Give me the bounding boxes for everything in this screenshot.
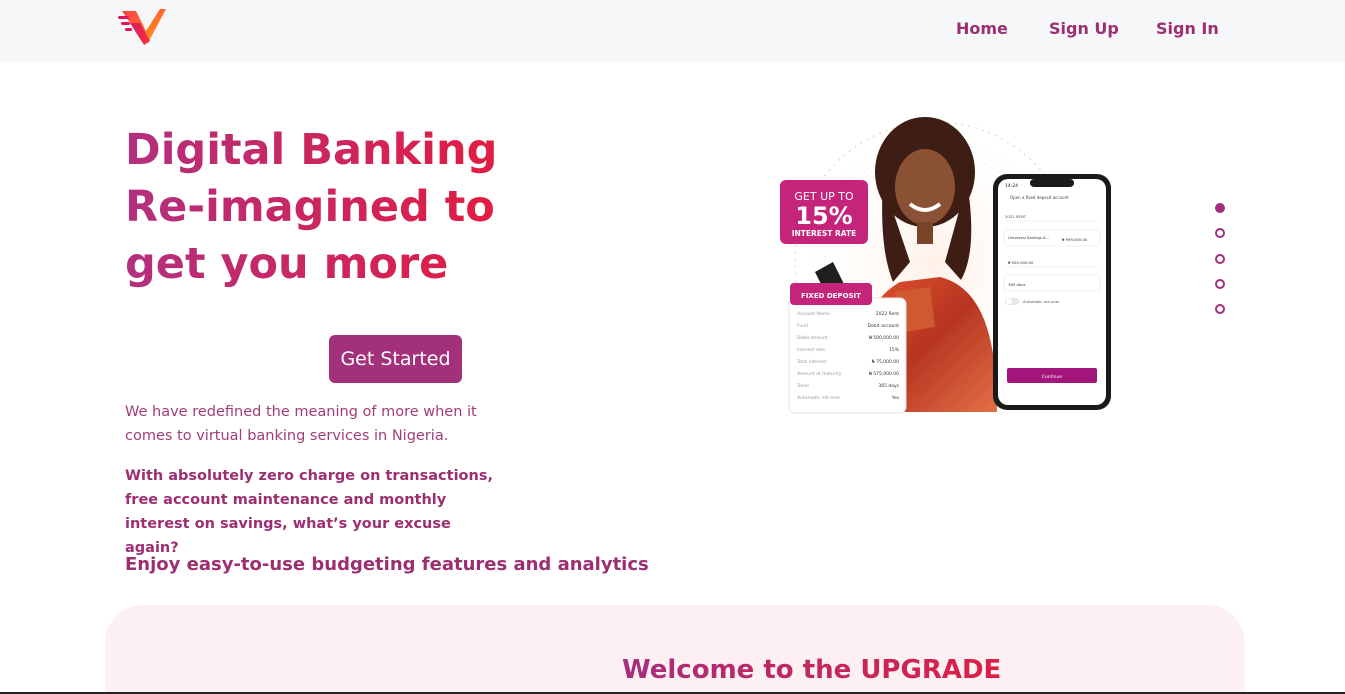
card-row-value: Yes xyxy=(891,395,900,401)
navbar: Home Sign Up Sign In xyxy=(0,0,1345,62)
card-row-label: Fund xyxy=(797,323,808,329)
card-row-value: Debit account xyxy=(868,323,900,329)
fixed-deposit-card: FIXED DEPOSIT Account Name 2022 Rent Fund D… xyxy=(788,283,907,414)
badge-line-2: INTEREST RATE xyxy=(792,229,857,238)
hero-title-line-3: get you more xyxy=(125,239,449,289)
hero-illustration: GET UP TO 15% INTEREST RATE FIXED DEPOSI… xyxy=(780,112,1111,414)
carousel-dot-1[interactable] xyxy=(1215,203,1225,213)
phone-account-amount: ₦ 999,000.00 xyxy=(1062,237,1088,242)
card-row-label: Debit amount xyxy=(797,335,828,341)
card-row-label: Account Name xyxy=(797,311,830,317)
phone-account: Universal Savings A... xyxy=(1008,235,1049,240)
nav-link-sign-in[interactable]: Sign In xyxy=(1156,19,1219,38)
card-row-value: 2022 Rent xyxy=(876,311,899,317)
card-row-label: Amount at maturity xyxy=(797,371,842,377)
card-row-value: 365 days xyxy=(878,383,899,389)
fixed-deposit-title: FIXED DEPOSIT xyxy=(801,292,861,300)
hero-title-line-1: Digital Banking xyxy=(125,125,498,175)
card-row-label: Interest rate xyxy=(797,347,825,353)
phone-header: Open a fixed deposit account xyxy=(1010,195,1069,200)
nav-link-sign-up[interactable]: Sign Up xyxy=(1049,19,1119,38)
card-row-value: ₦ 575,000.00 xyxy=(869,371,899,377)
card-row-value: 15% xyxy=(889,347,900,353)
phone-amount: ₦ 500,000.00 xyxy=(1008,260,1034,265)
hero-title-line-2: Re-imagined to xyxy=(125,182,495,232)
nav-link-home[interactable]: Home xyxy=(956,19,1008,38)
carousel-dot-3[interactable] xyxy=(1215,254,1225,264)
phone-toggle-label: Automatic roll-over xyxy=(1023,299,1060,304)
brand-logo[interactable] xyxy=(116,7,168,49)
carousel-dot-4[interactable] xyxy=(1215,279,1225,289)
phone-continue-button: Continue xyxy=(1042,374,1062,380)
carousel-dot-2[interactable] xyxy=(1215,228,1225,238)
phone-time: 14:24 xyxy=(1005,183,1018,189)
card-row-value: ₦ 500,000.00 xyxy=(869,335,899,341)
hero-highlight: With absolutely zero charge on transacti… xyxy=(125,468,493,556)
hero-title: Digital Banking Re-imagined to get you m… xyxy=(125,122,545,293)
welcome-title: Welcome to the UPGRADE xyxy=(622,655,1002,685)
phone-mockup: 14:24 Open a fixed deposit account 2022 … xyxy=(993,174,1111,410)
card-row-label: Tenor xyxy=(796,383,809,389)
interest-rate-badge: GET UP TO 15% INTEREST RATE xyxy=(780,180,868,244)
carousel-dot-5[interactable] xyxy=(1215,304,1225,314)
card-row-label: Total interest xyxy=(796,359,826,365)
card-row-label: Automatic roll-over xyxy=(797,395,840,401)
phone-duration: 365 days xyxy=(1008,282,1025,287)
phone-field-name: 2022 RENT xyxy=(1005,214,1027,219)
get-started-button[interactable]: Get Started xyxy=(329,335,462,383)
card-row-value: ₦ 75,000.00 xyxy=(872,359,899,365)
badge-rate: 15% xyxy=(795,202,852,230)
hero-description: We have redefined the meaning of more wh… xyxy=(125,404,477,444)
hero-feature: Enjoy easy-to-use budgeting features and… xyxy=(125,554,649,575)
